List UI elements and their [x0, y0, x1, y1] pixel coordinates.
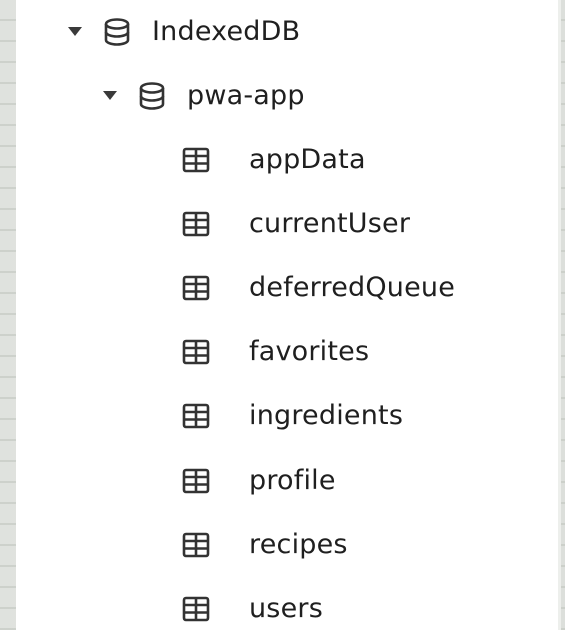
table-icon: [181, 594, 211, 624]
tree-item-object-store[interactable]: recipes: [181, 525, 348, 565]
database-icon: [102, 17, 132, 47]
tree-item-object-store[interactable]: deferredQueue: [181, 268, 455, 308]
table-icon: [181, 337, 211, 367]
tree-item-label: users: [249, 593, 323, 624]
tree-item-indexeddb[interactable]: IndexedDB: [68, 12, 300, 52]
tree-item-object-store[interactable]: profile: [181, 461, 336, 501]
tree-item-label: IndexedDB: [152, 16, 301, 47]
tree-item-label: currentUser: [249, 208, 411, 239]
tree-item-pwa-app[interactable]: pwa-app: [103, 76, 305, 116]
table-icon: [181, 401, 211, 431]
tree-item-label: pwa-app: [187, 80, 305, 111]
expand-arrow-icon[interactable]: [103, 89, 117, 103]
table-icon: [181, 209, 211, 239]
tree-item-label: deferredQueue: [249, 272, 456, 303]
tree-item-label: profile: [249, 465, 336, 496]
database-icon: [137, 81, 167, 111]
tree-item-object-store[interactable]: ingredients: [181, 396, 403, 436]
table-icon: [181, 273, 211, 303]
tree-item-label: ingredients: [249, 400, 404, 431]
tree-item-label: favorites: [249, 336, 370, 367]
table-icon: [181, 466, 211, 496]
tree-item-label: recipes: [249, 529, 348, 560]
expand-arrow-icon[interactable]: [68, 25, 82, 39]
table-icon: [181, 530, 211, 560]
tree-item-object-store[interactable]: currentUser: [181, 204, 410, 244]
tree-item-object-store[interactable]: users: [181, 589, 323, 629]
table-icon: [181, 145, 211, 175]
application-tree-panel: IndexedDB pwa-app appData currentUser de…: [16, 0, 561, 630]
tree-item-label: appData: [249, 144, 366, 175]
tree-item-object-store[interactable]: appData: [181, 140, 366, 180]
tree-item-object-store[interactable]: favorites: [181, 332, 369, 372]
